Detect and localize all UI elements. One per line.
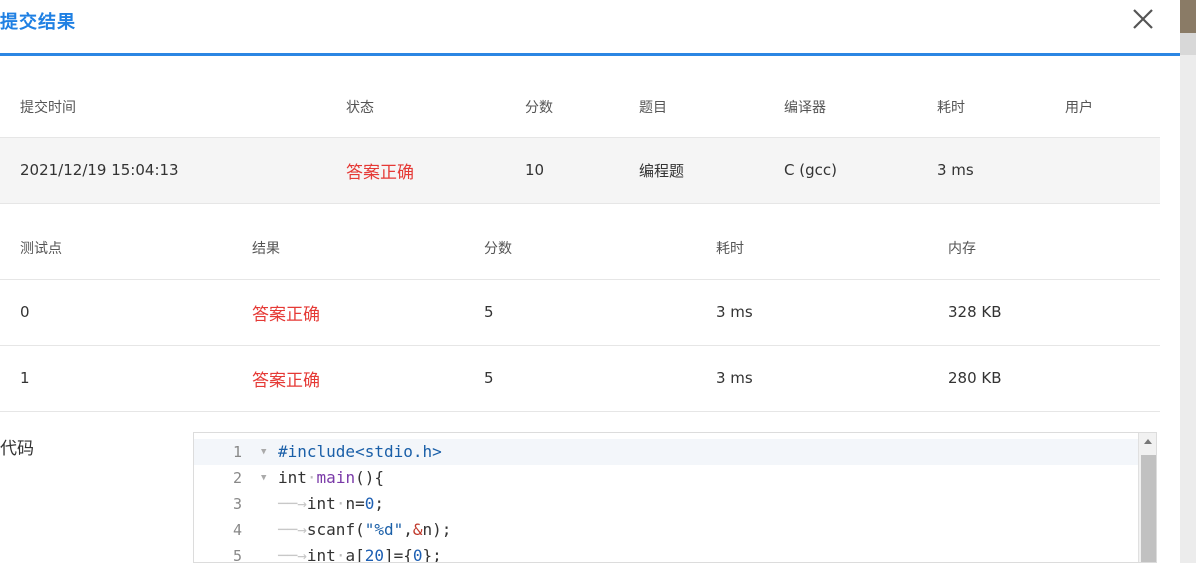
col-duration: 耗时 (937, 99, 965, 116)
col-tc-score: 分数 (484, 241, 512, 258)
testcase-memory: 280 KB (948, 369, 1002, 387)
line-number: 1 (232, 443, 242, 461)
code-line: 2 ▼ int·main(){ (194, 465, 1138, 491)
testcase-table: 测试点 结果 分数 耗时 内存 0 答案正确 5 3 ms 328 KB 1 答… (0, 218, 1160, 412)
user-link[interactable] (1045, 137, 1160, 203)
code-text: ──→int·n=0; (278, 494, 384, 513)
testcase-row: 1 答案正确 5 3 ms 280 KB (0, 345, 1160, 411)
code-text: ──→scanf("%d",&n); (278, 520, 452, 539)
compiler-value: C (gcc) (784, 161, 837, 179)
summary-row: 2021/12/19 15:04:13 答案正确 10 编程题 C (gcc) … (0, 137, 1160, 203)
summary-header-row: 提交时间 状态 分数 题目 编译器 耗时 用户 (0, 77, 1160, 137)
code-label: 代码 (0, 439, 34, 459)
col-status: 状态 (346, 99, 374, 116)
code-line: 1 ▼ #include<stdio.h> (194, 439, 1138, 465)
col-tc-duration: 耗时 (716, 241, 744, 258)
dialog-header: 提交结果 (0, 0, 1180, 56)
scroll-up-arrow-icon[interactable] (1144, 439, 1152, 444)
line-number: 2 (232, 469, 242, 487)
col-memory: 内存 (948, 241, 976, 258)
testcase-id: 0 (20, 303, 30, 321)
testcase-id: 1 (20, 369, 30, 387)
col-score: 分数 (525, 99, 553, 116)
submission-result-dialog: 提交结果 提交时间 状态 分数 题目 编译器 耗时 用户 2021/12/19 … (0, 0, 1180, 563)
scrollbar-thumb[interactable] (1141, 455, 1156, 562)
col-submit-time: 提交时间 (20, 99, 76, 116)
close-icon[interactable] (1130, 6, 1156, 32)
line-number: 3 (232, 495, 242, 513)
fold-arrow-icon[interactable]: ▼ (261, 439, 266, 465)
testcase-row: 0 答案正确 5 3 ms 328 KB (0, 279, 1160, 345)
line-number: 4 (232, 521, 242, 539)
testcase-score: 5 (484, 369, 494, 387)
line-number: 5 (232, 547, 242, 563)
code-editor[interactable]: 1 ▼ #include<stdio.h> 2 ▼ int·main(){ 3 … (193, 432, 1157, 563)
col-testcase: 测试点 (20, 241, 62, 258)
testcase-header-row: 测试点 结果 分数 耗时 内存 (0, 218, 1160, 279)
submit-time: 2021/12/19 15:04:13 (20, 161, 179, 179)
status-text: 答案正确 (346, 162, 414, 183)
code-text: ──→int·a[20]={0}; (278, 546, 442, 563)
testcase-result: 答案正确 (252, 304, 320, 325)
fold-arrow-icon[interactable]: ▼ (261, 465, 266, 491)
duration-value: 3 ms (937, 161, 974, 179)
col-compiler: 编译器 (784, 99, 826, 116)
score-value: 10 (525, 161, 545, 179)
testcase-memory: 328 KB (948, 303, 1002, 321)
background-edge (1180, 0, 1196, 563)
code-line: 5 ──→int·a[20]={0}; (194, 543, 1138, 563)
code-line: 3 ──→int·n=0; (194, 491, 1138, 517)
code-text: #include<stdio.h> (278, 442, 442, 461)
code-text: int·main(){ (278, 468, 384, 487)
col-result: 结果 (252, 241, 280, 258)
code-line: 4 ──→scanf("%d",&n); (194, 517, 1138, 543)
vertical-scrollbar[interactable] (1138, 433, 1156, 562)
testcase-result: 答案正确 (252, 370, 320, 391)
background-edge-top (1180, 0, 1196, 33)
summary-table: 提交时间 状态 分数 题目 编译器 耗时 用户 2021/12/19 15:04… (0, 77, 1160, 204)
testcase-duration: 3 ms (716, 303, 753, 321)
testcase-score: 5 (484, 303, 494, 321)
problem-link[interactable]: 编程题 (619, 137, 764, 203)
col-user: 用户 (1065, 99, 1093, 116)
col-problem: 题目 (639, 99, 667, 116)
testcase-duration: 3 ms (716, 369, 753, 387)
dialog-title: 提交结果 (0, 12, 76, 33)
background-edge-band (1180, 33, 1196, 55)
